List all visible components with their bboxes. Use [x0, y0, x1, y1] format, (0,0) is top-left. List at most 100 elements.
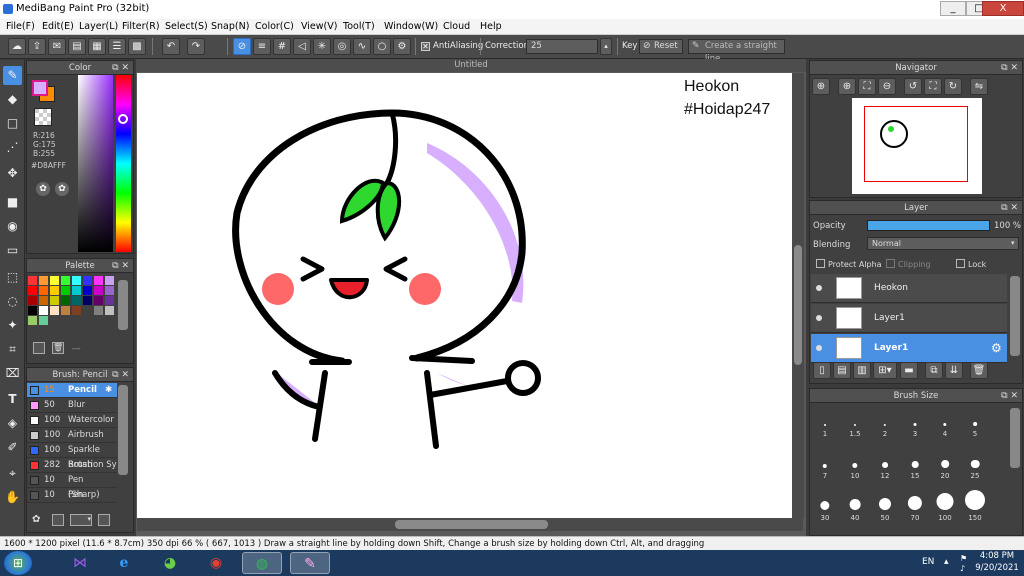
- visual-studio-taskbar-icon[interactable]: ⋈: [60, 552, 100, 574]
- brush-item[interactable]: 50 Blur: [27, 398, 117, 413]
- canvas-tab[interactable]: Untitled: [136, 59, 806, 72]
- palette-swatch[interactable]: [72, 296, 81, 305]
- move-tool-icon[interactable]: ✥: [3, 164, 22, 183]
- menu-color[interactable]: Color(C): [255, 21, 294, 32]
- hue-slider[interactable]: [116, 75, 131, 252]
- fit-icon[interactable]: ⛶: [858, 78, 876, 95]
- panel-close-icon[interactable]: ⧉ ✕: [112, 61, 129, 75]
- brush-size-option[interactable]: 30: [810, 490, 840, 522]
- brush-item[interactable]: 100 Airbrush: [27, 428, 117, 443]
- navigator-viewport-rect[interactable]: [864, 106, 968, 182]
- gradient-tool-icon[interactable]: ▭: [3, 241, 22, 260]
- drawing-canvas[interactable]: Heokon #Hoidap247: [137, 73, 803, 518]
- divide-tool-icon[interactable]: ◈: [3, 414, 22, 433]
- bucket-tool-icon[interactable]: ◉: [3, 217, 22, 236]
- settings-snap-icon[interactable]: ⚙: [393, 38, 411, 55]
- palette-scrollbar[interactable]: [118, 280, 128, 330]
- zoom-in-icon[interactable]: ⊕: [838, 78, 856, 95]
- panel-close-icon[interactable]: ⧉ ✕: [112, 259, 129, 273]
- start-button[interactable]: ⊞: [4, 551, 32, 575]
- language-indicator[interactable]: EN: [922, 557, 934, 567]
- brush-item[interactable]: 15 Pencil ✱: [27, 383, 117, 398]
- fit-window-icon[interactable]: ⛶: [924, 78, 942, 95]
- brush-size-option[interactable]: 50: [870, 490, 900, 522]
- brush-size-option[interactable]: 7: [810, 448, 840, 480]
- brush-add-icon[interactable]: ✿: [32, 514, 44, 526]
- palette-swatch[interactable]: [72, 286, 81, 295]
- palette-swatch[interactable]: [83, 276, 92, 285]
- palette-swatch[interactable]: [94, 296, 103, 305]
- parallel-snap-icon[interactable]: ≡: [253, 38, 271, 55]
- clipping-checkbox[interactable]: [886, 259, 895, 268]
- palette-swatch[interactable]: [28, 316, 37, 325]
- layer-visibility-icon[interactable]: [816, 315, 822, 321]
- brush-size-option[interactable]: 12: [870, 448, 900, 480]
- menu-view[interactable]: View(V): [301, 21, 337, 32]
- hand-tool-icon[interactable]: ✋: [3, 488, 22, 507]
- create-straight-line-button[interactable]: Create a straight line: [688, 39, 785, 64]
- duplicate-layer-icon[interactable]: ⧉: [925, 362, 943, 379]
- new-8bit-layer-icon[interactable]: ▥: [853, 362, 871, 379]
- internet-explorer-taskbar-icon[interactable]: e: [104, 552, 144, 574]
- volume-icon[interactable]: ♪: [960, 564, 965, 573]
- merge-layer-icon[interactable]: ⇊: [945, 362, 963, 379]
- panel-close-icon[interactable]: ⧉ ✕: [1001, 201, 1018, 215]
- palette-delete-icon[interactable]: 🗑: [52, 342, 64, 354]
- brush-size-option[interactable]: 70: [900, 490, 930, 522]
- clock-time[interactable]: 4:08 PM: [973, 551, 1021, 561]
- correction-select[interactable]: 25: [526, 39, 598, 54]
- new-halftone-layer-icon[interactable]: ▤: [833, 362, 851, 379]
- canvas-horizontal-thumb[interactable]: [395, 520, 548, 529]
- select-eraser-tool-icon[interactable]: ⌧: [3, 364, 22, 383]
- brush-size-option[interactable]: 40: [840, 490, 870, 522]
- select-pen-tool-icon[interactable]: ⌗: [3, 340, 22, 359]
- tray-expand-icon[interactable]: ▴: [944, 557, 949, 567]
- curve-snap-icon[interactable]: ∿: [353, 38, 371, 55]
- share-icon[interactable]: ⇪: [28, 38, 46, 55]
- menu-edit[interactable]: Edit(E): [42, 21, 74, 32]
- palette-swatch[interactable]: [61, 296, 70, 305]
- palette-new-icon[interactable]: [33, 342, 45, 354]
- rotate-left-icon[interactable]: ↺: [904, 78, 922, 95]
- palette-swatch[interactable]: [94, 276, 103, 285]
- concentric-snap-icon[interactable]: ◎: [333, 38, 351, 55]
- lasso-tool-icon[interactable]: ◌: [3, 292, 22, 311]
- palette-swatch[interactable]: [72, 276, 81, 285]
- redo-icon[interactable]: ↷: [187, 38, 205, 55]
- tray-icon[interactable]: ⚑: [960, 554, 967, 563]
- snap-off-icon[interactable]: ⊘: [233, 38, 251, 55]
- comment-icon[interactable]: ▤: [68, 38, 86, 55]
- select-tool-icon[interactable]: ⬚: [3, 268, 22, 287]
- hue-handle[interactable]: [118, 114, 128, 124]
- correction-spinner[interactable]: ▴: [600, 38, 612, 55]
- cross-snap-icon[interactable]: #: [273, 38, 291, 55]
- primary-color-swatch[interactable]: [32, 80, 48, 96]
- brush-item[interactable]: 282 Rotation Sy: [27, 458, 117, 473]
- palette-swatch[interactable]: [94, 306, 103, 315]
- saturation-value-picker[interactable]: [78, 75, 113, 252]
- cloud-icon[interactable]: ☁: [8, 38, 26, 55]
- palette-swatch[interactable]: [105, 296, 114, 305]
- palette-swatch[interactable]: [105, 276, 114, 285]
- palette-swatch[interactable]: [61, 286, 70, 295]
- menu-cloud[interactable]: Cloud: [443, 21, 470, 32]
- text-tool-icon[interactable]: T: [3, 390, 22, 409]
- grid-icon[interactable]: ▩: [128, 38, 146, 55]
- brush-size-scrollbar[interactable]: [1010, 408, 1020, 468]
- add-layer-menu-icon[interactable]: ⊞▾: [873, 362, 897, 379]
- palette-swatch[interactable]: [72, 306, 81, 315]
- chat-icon[interactable]: ✉: [48, 38, 66, 55]
- brush-size-option[interactable]: 1.5: [840, 406, 870, 438]
- dot-tool-icon[interactable]: ⋰: [3, 138, 22, 157]
- brush-item[interactable]: 100 Watercolor: [27, 413, 117, 428]
- layer-row[interactable]: Layer1: [811, 304, 1007, 333]
- brush-size-option[interactable]: 150: [960, 490, 990, 522]
- rotate-right-icon[interactable]: ↻: [944, 78, 962, 95]
- brush-properties-icon[interactable]: [98, 514, 110, 526]
- palette-swatch[interactable]: [61, 306, 70, 315]
- palette-swatch[interactable]: [61, 276, 70, 285]
- palette-swatch[interactable]: [39, 296, 48, 305]
- menu-help[interactable]: Help: [480, 21, 502, 32]
- blending-select[interactable]: Normal: [867, 237, 1019, 250]
- layer-visibility-icon[interactable]: [816, 345, 822, 351]
